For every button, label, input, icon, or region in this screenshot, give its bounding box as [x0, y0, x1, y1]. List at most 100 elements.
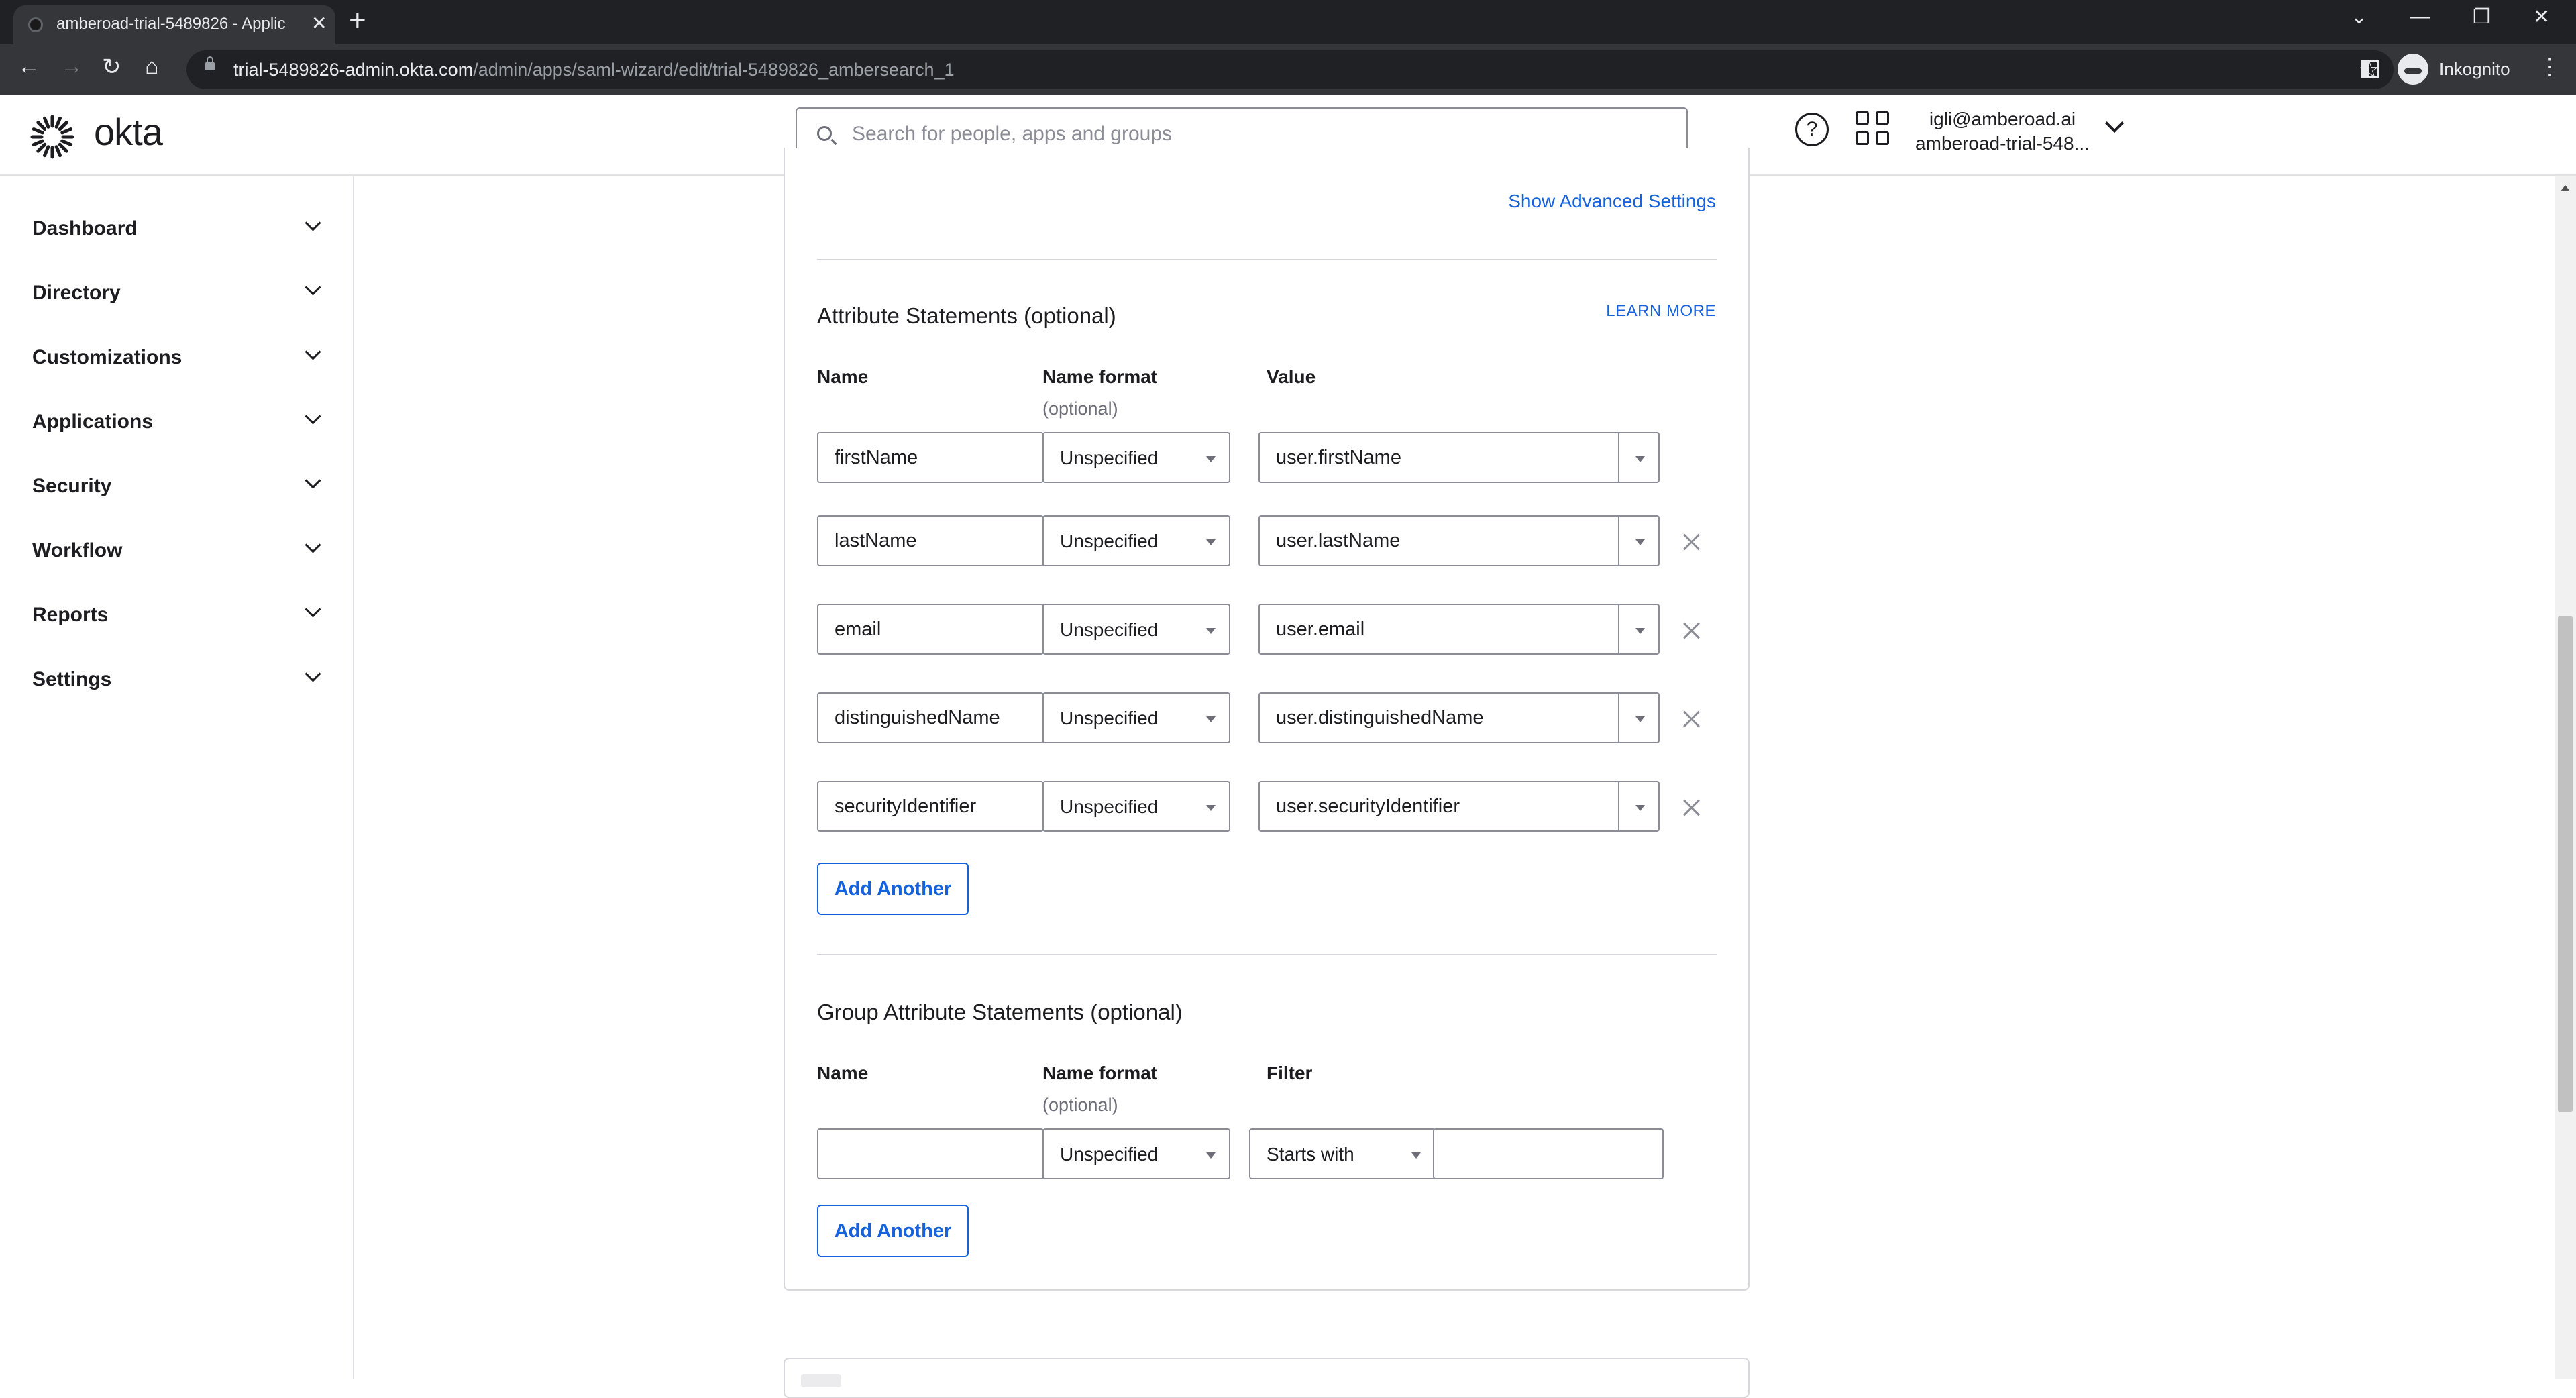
- attribute-name-input[interactable]: securityIdentifier: [817, 781, 1044, 832]
- column-header-name-format: Name format: [1042, 1063, 1158, 1083]
- remove-row-icon[interactable]: [1682, 533, 1701, 551]
- name-format-value: Unspecified: [1060, 708, 1159, 729]
- okta-logo[interactable]: okta: [94, 110, 163, 154]
- caret-down-icon: [1206, 456, 1216, 462]
- sidebar-item-label: Reports: [32, 604, 109, 626]
- group-name-format-select[interactable]: Unspecified: [1042, 1128, 1230, 1179]
- attribute-value: user.securityIdentifier: [1276, 796, 1460, 817]
- user-email[interactable]: igli@amberoad.ai: [1912, 109, 2093, 130]
- attribute-name-value: lastName: [835, 530, 917, 551]
- browser-toolbar: ← → ↻ ⌂ trial-5489826-admin.okta.com/adm…: [0, 44, 2576, 95]
- name-format-select[interactable]: Unspecified: [1042, 515, 1230, 566]
- scroll-up-icon[interactable]: [2561, 185, 2570, 191]
- remove-row-icon[interactable]: [1682, 710, 1701, 729]
- attribute-value-combobox[interactable]: user.lastName: [1258, 515, 1660, 566]
- tab-search-icon[interactable]: ⌄: [2351, 5, 2367, 29]
- back-icon[interactable]: ←: [17, 54, 40, 80]
- chevron-down-icon: [305, 537, 321, 553]
- attribute-name-input[interactable]: email: [817, 604, 1044, 655]
- incognito-icon[interactable]: [2398, 54, 2428, 85]
- attribute-name-input[interactable]: lastName: [817, 515, 1044, 566]
- caret-down-icon[interactable]: [1635, 539, 1645, 545]
- user-org[interactable]: amberoad-trial-548...: [1912, 133, 2093, 154]
- remove-row-icon[interactable]: [1682, 798, 1701, 817]
- group-attribute-name-input[interactable]: [817, 1128, 1044, 1179]
- column-header-name-format: Name format: [1042, 366, 1158, 387]
- url-text[interactable]: trial-5489826-admin.okta.com/admin/apps/…: [233, 60, 955, 80]
- caret-down-icon[interactable]: [1635, 805, 1645, 811]
- attribute-value-combobox[interactable]: user.email: [1258, 604, 1660, 655]
- browser-tabstrip: amberoad-trial-5489826 - Applic ✕ + ⌄ — …: [0, 0, 2576, 44]
- sidebar-item-settings[interactable]: Settings: [0, 655, 353, 708]
- browser-menu-icon[interactable]: ⋮: [2538, 54, 2561, 80]
- scrollbar-thumb[interactable]: [2558, 616, 2573, 1112]
- panel-header-placeholder: [801, 1374, 841, 1387]
- filter-type-select[interactable]: Starts with: [1249, 1128, 1436, 1179]
- home-icon[interactable]: ⌂: [145, 54, 159, 80]
- attribute-name-value: securityIdentifier: [835, 796, 977, 817]
- caret-down-icon: [1411, 1152, 1421, 1159]
- name-format-select[interactable]: Unspecified: [1042, 604, 1230, 655]
- app-grid-icon[interactable]: [1856, 111, 1890, 146]
- page-scrollbar[interactable]: [2555, 176, 2576, 1379]
- learn-more-link[interactable]: LEARN MORE: [1606, 302, 1716, 321]
- attribute-name-input[interactable]: distinguishedName: [817, 692, 1044, 743]
- side-panel-icon[interactable]: [2361, 60, 2379, 78]
- name-format-value: Unspecified: [1060, 1144, 1159, 1165]
- filter-type-value: Starts with: [1267, 1144, 1354, 1165]
- close-window-icon[interactable]: ✕: [2533, 5, 2550, 29]
- close-tab-icon[interactable]: ✕: [311, 12, 327, 34]
- column-header-filter: Filter: [1267, 1063, 1313, 1083]
- help-icon[interactable]: ?: [1795, 113, 1829, 146]
- divider: [817, 259, 1717, 260]
- show-advanced-settings-link[interactable]: Show Advanced Settings: [1508, 191, 1716, 212]
- add-another-attribute-button[interactable]: Add Another: [817, 863, 969, 915]
- restore-icon[interactable]: ❐: [2473, 5, 2491, 29]
- sidebar-item-workflow[interactable]: Workflow: [0, 526, 353, 580]
- sidebar-item-dashboard[interactable]: Dashboard: [0, 204, 353, 258]
- attribute-name-input[interactable]: firstName: [817, 432, 1044, 483]
- sidebar-item-applications[interactable]: Applications: [0, 397, 353, 451]
- sidebar-item-reports[interactable]: Reports: [0, 590, 353, 644]
- caret-down-icon: [1206, 628, 1216, 634]
- remove-row-icon[interactable]: [1682, 621, 1701, 640]
- filter-value-input[interactable]: [1433, 1128, 1664, 1179]
- address-bar[interactable]: trial-5489826-admin.okta.com/admin/apps/…: [186, 50, 2394, 89]
- column-header-name: Name: [817, 366, 869, 387]
- attribute-name-value: firstName: [835, 447, 918, 468]
- name-format-select[interactable]: Unspecified: [1042, 781, 1230, 832]
- lock-icon[interactable]: [205, 56, 215, 70]
- caret-down-icon[interactable]: [1635, 628, 1645, 634]
- saml-settings-panel: Show Advanced Settings Attribute Stateme…: [784, 148, 1750, 1291]
- column-header-value: Value: [1267, 366, 1316, 387]
- caret-down-icon[interactable]: [1635, 716, 1645, 722]
- next-panel: [784, 1358, 1750, 1398]
- caret-down-icon[interactable]: [1635, 456, 1645, 462]
- name-format-select[interactable]: Unspecified: [1042, 692, 1230, 743]
- okta-sunburst-icon[interactable]: [30, 114, 75, 160]
- chevron-down-icon: [305, 472, 321, 489]
- attribute-value-combobox[interactable]: user.distinguishedName: [1258, 692, 1660, 743]
- sidebar-item-security[interactable]: Security: [0, 462, 353, 515]
- caret-down-icon: [1206, 716, 1216, 722]
- chevron-down-icon: [305, 343, 321, 360]
- chevron-down-icon: [305, 665, 321, 682]
- attribute-value-combobox[interactable]: user.firstName: [1258, 432, 1660, 483]
- forward-icon[interactable]: →: [60, 54, 83, 80]
- sidebar-item-directory[interactable]: Directory: [0, 268, 353, 322]
- attribute-value-combobox[interactable]: user.securityIdentifier: [1258, 781, 1660, 832]
- add-another-group-attribute-button[interactable]: Add Another: [817, 1205, 969, 1257]
- profile-label[interactable]: Inkognito: [2439, 59, 2510, 80]
- sidebar-item-label: Customizations: [32, 346, 182, 368]
- tab-title: amberoad-trial-5489826 - Applic: [56, 15, 286, 33]
- browser-tab[interactable]: amberoad-trial-5489826 - Applic ✕: [13, 5, 335, 44]
- sidebar-item-label: Workflow: [32, 539, 123, 561]
- name-format-select[interactable]: Unspecified: [1042, 432, 1230, 483]
- reload-icon[interactable]: ↻: [102, 54, 121, 80]
- caret-down-icon: [1206, 1152, 1216, 1159]
- chevron-down-icon[interactable]: [2104, 113, 2125, 133]
- new-tab-icon[interactable]: +: [349, 4, 366, 38]
- sidebar-item-customizations[interactable]: Customizations: [0, 333, 353, 386]
- minimize-icon[interactable]: —: [2410, 5, 2430, 28]
- search-input[interactable]: [851, 122, 1658, 146]
